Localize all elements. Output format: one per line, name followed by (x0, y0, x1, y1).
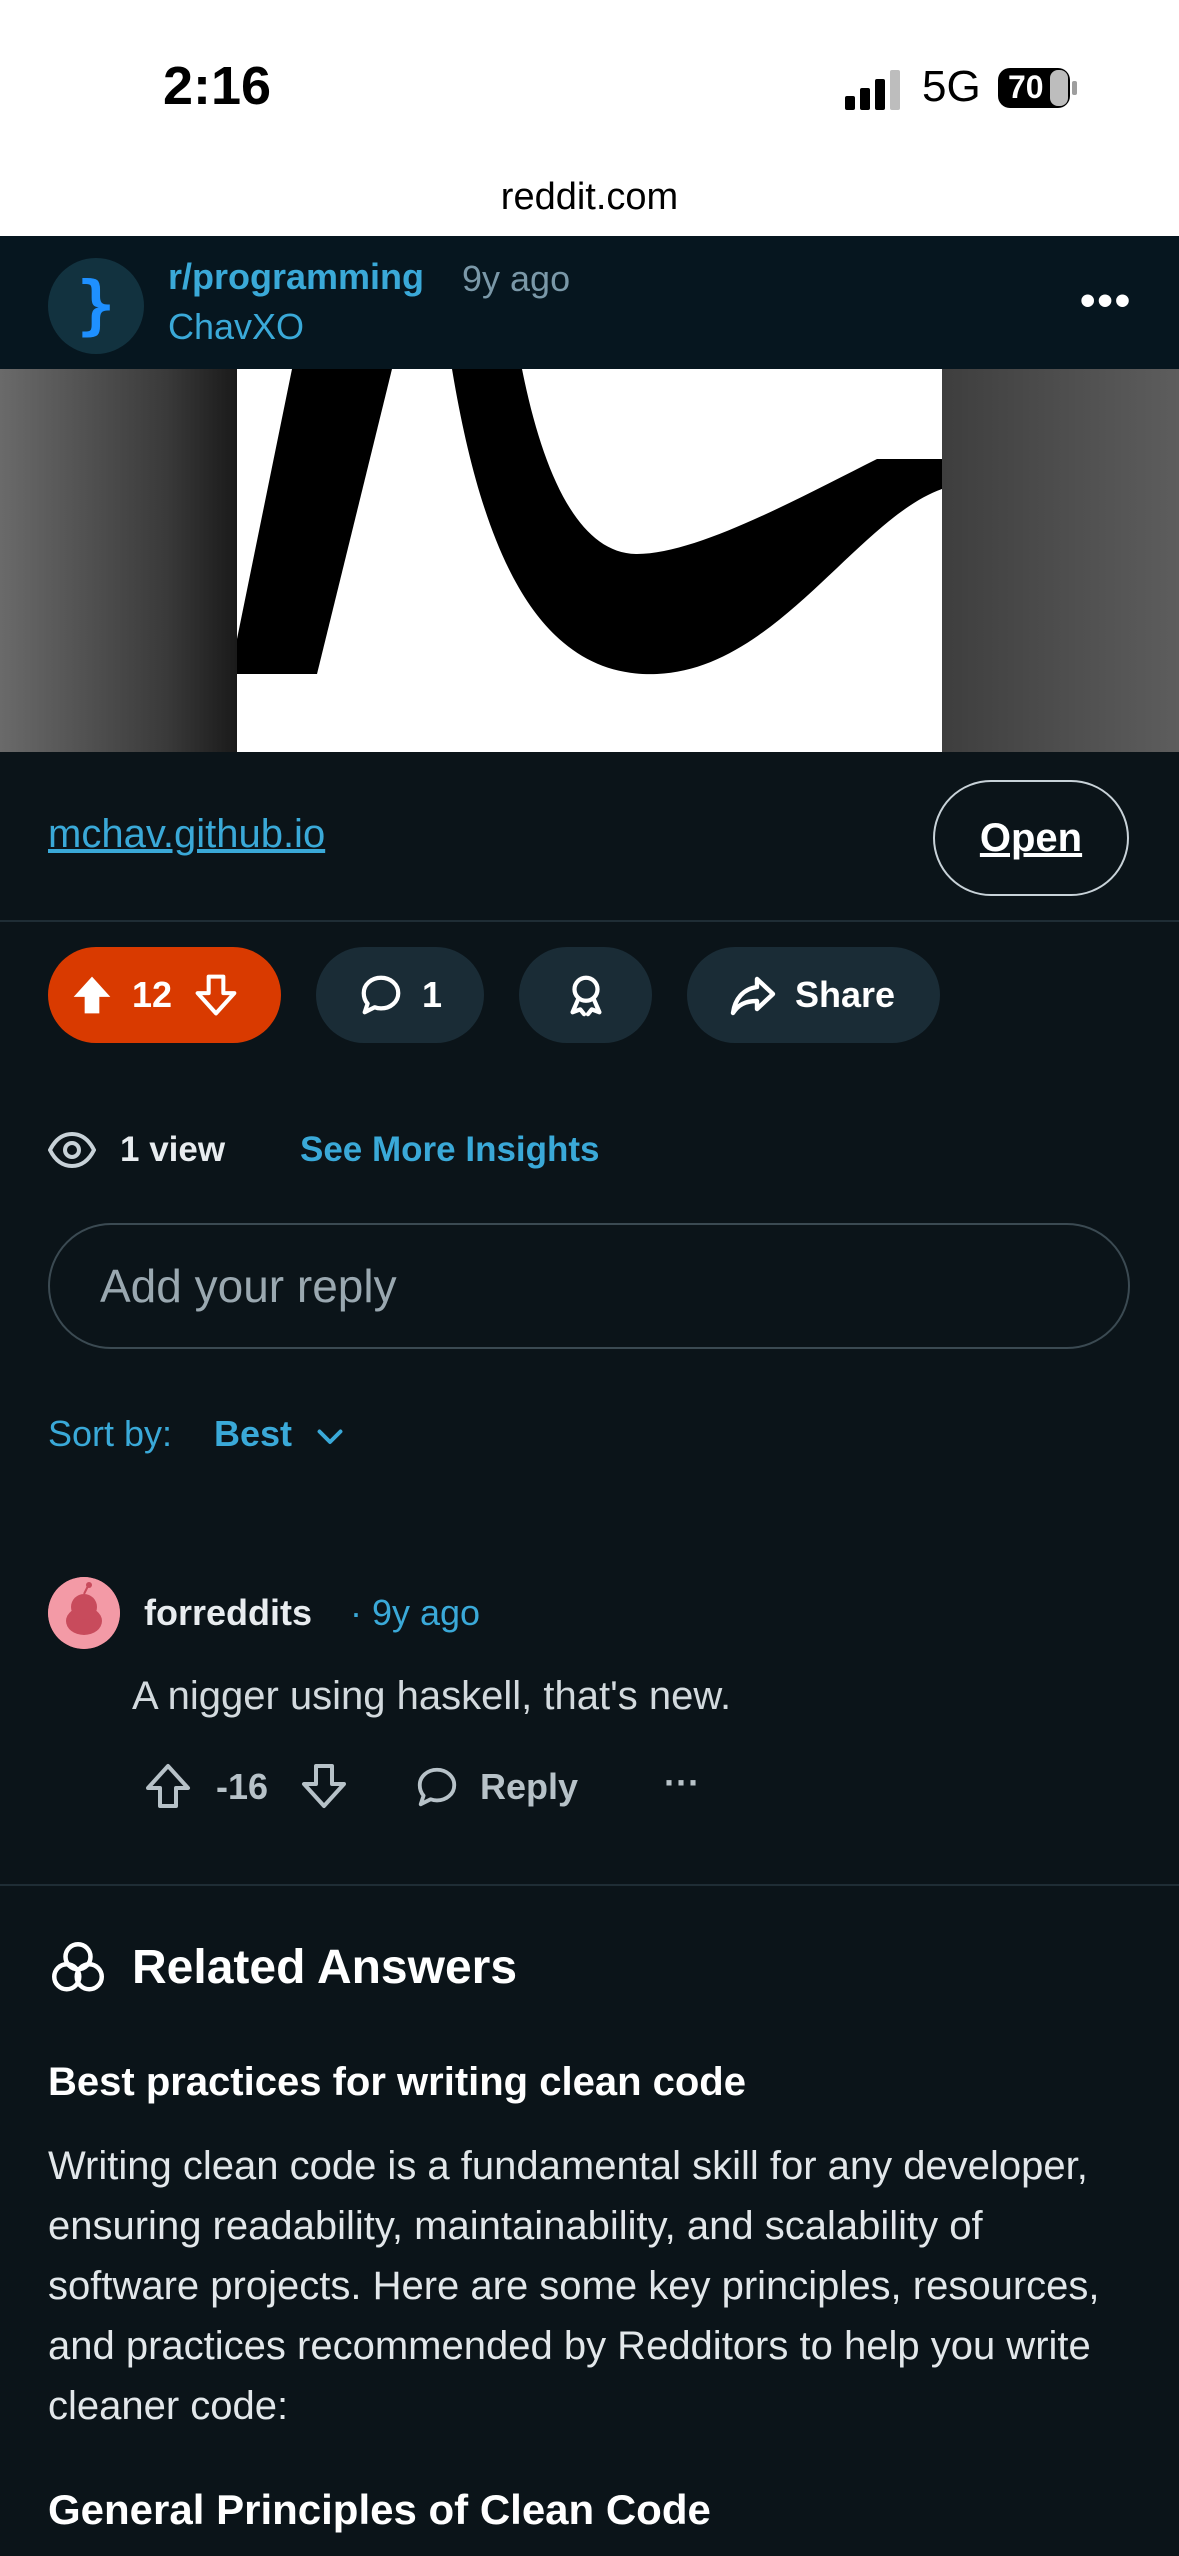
related-subheading: General Principles of Clean Code (48, 2486, 711, 2533)
eye-icon (48, 1131, 96, 1169)
comments-button[interactable]: 1 (316, 947, 484, 1043)
share-label: Share (795, 974, 896, 1015)
award-button[interactable] (519, 947, 652, 1043)
see-more-insights-link[interactable]: See More Insights (300, 1130, 600, 1170)
reply-input[interactable]: Add your reply (48, 1223, 1130, 1349)
url-text[interactable]: reddit.com (0, 176, 1179, 219)
related-question[interactable]: Best practices for writing clean code (48, 2060, 746, 2105)
thumbnail-blur-left (0, 369, 237, 752)
comment-age: · 9y ago (350, 1592, 481, 1633)
related-answers-title: Related Answers (132, 1941, 518, 1994)
divider (0, 1884, 1179, 1886)
network-type: 5G (922, 62, 981, 111)
comment-count: 1 (422, 974, 443, 1015)
share-button[interactable]: Share (687, 947, 940, 1043)
share-icon (730, 976, 776, 1016)
subreddit-icon-glyph: } (76, 269, 116, 343)
sort-label: Sort by: (48, 1413, 173, 1454)
subreddit-icon[interactable]: } (48, 258, 144, 354)
post-score: 12 (132, 974, 173, 1015)
reply-placeholder: Add your reply (100, 1260, 397, 1312)
downvote-icon[interactable] (194, 973, 238, 1017)
post-image[interactable] (237, 369, 942, 752)
thumbnail-blur-right (942, 369, 1179, 752)
comment-icon (361, 975, 401, 1015)
divider (0, 920, 1179, 922)
comment-more-icon[interactable]: ··· (664, 1762, 700, 1804)
related-answers-icon (52, 1942, 104, 1992)
open-link-label: Open (979, 815, 1083, 860)
related-answer-body: Writing clean code is a fundamental skil… (48, 2144, 1100, 2428)
comment-downvote-icon[interactable] (300, 1762, 348, 1810)
clock: 2:16 (163, 56, 272, 116)
open-link-button[interactable]: Open (933, 780, 1129, 896)
comment-author[interactable]: forreddits (144, 1592, 312, 1634)
battery-level: 70 (1008, 69, 1044, 105)
comment-upvote-icon[interactable] (144, 1762, 192, 1810)
post-age: 9y ago (462, 258, 571, 299)
reply-icon[interactable] (414, 1764, 460, 1810)
subreddit-link[interactable]: r/programming (168, 256, 424, 298)
sort-dropdown[interactable]: Best (214, 1413, 292, 1455)
chevron-down-icon[interactable] (312, 1418, 348, 1454)
view-count: 1 view (120, 1130, 226, 1169)
post-more-icon[interactable]: ••• (1080, 276, 1132, 326)
upvote-icon[interactable] (70, 973, 114, 1017)
comment-score: -16 (216, 1766, 269, 1807)
post-author[interactable]: ChavXO (168, 306, 304, 348)
comment-reply-button[interactable]: Reply (480, 1766, 578, 1808)
cellular-signal-icon (845, 70, 900, 110)
battery-icon: 70 (998, 68, 1078, 108)
comment-body: A nigger using haskell, that's new. (132, 1674, 732, 1718)
avatar[interactable] (48, 1577, 120, 1649)
link-domain[interactable]: mchav.github.io (48, 812, 325, 857)
award-icon (569, 975, 602, 1017)
vote-control: 12 (48, 947, 281, 1043)
